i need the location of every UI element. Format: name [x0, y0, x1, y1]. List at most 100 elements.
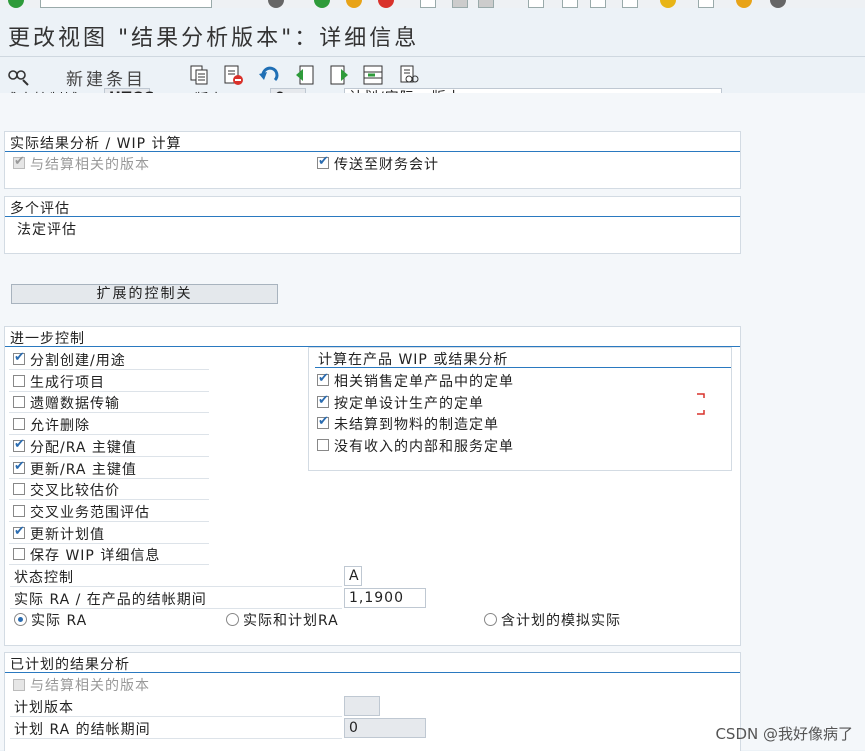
new-entries-button[interactable]: 新建条目 — [66, 65, 146, 90]
plan-period-field: 0 — [344, 718, 426, 738]
wip-calc-label: 按定单设计生产的定单 — [334, 395, 484, 412]
wip-calc-checkbox[interactable] — [317, 393, 329, 408]
actual-ra-title: 实际结果分析 / WIP 计算 — [10, 136, 182, 152]
header-overlay — [0, 93, 865, 109]
further-control-checkbox[interactable] — [13, 396, 25, 409]
wip-calc-checkbox[interactable] — [317, 371, 329, 386]
further-control-label: 分割创建/用途 — [30, 353, 126, 369]
further-control-checkbox[interactable] — [13, 459, 25, 474]
further-control-label: 允许删除 — [30, 418, 90, 435]
exit-icon[interactable] — [346, 0, 362, 8]
further-control-label: 分配/RA 主键值 — [30, 439, 137, 456]
actual-ra-radio-label: 实际 RA — [31, 613, 88, 629]
section-divider — [315, 367, 731, 368]
row-divider — [9, 455, 209, 457]
wip-calc-checkbox[interactable] — [317, 414, 329, 430]
status-control-label: 状态控制 — [14, 570, 74, 586]
plan-version-field — [344, 696, 380, 716]
selection-bracket-icon — [697, 393, 705, 415]
row-divider — [9, 520, 209, 522]
further-control-checkbox[interactable] — [13, 350, 25, 365]
transfer-fi-checkbox[interactable] — [317, 154, 329, 169]
system-toolbar — [0, 0, 865, 8]
help-icon[interactable] — [736, 0, 752, 8]
further-control-label: 交叉比较估价 — [30, 483, 120, 500]
planned-relevant-version-checkbox[interactable] — [13, 679, 25, 691]
watermark: CSDN @我好像病了 — [715, 725, 853, 743]
further-control-checkbox[interactable] — [13, 524, 25, 539]
prev-page-icon[interactable] — [562, 0, 578, 8]
actual-ra-radio[interactable] — [14, 613, 27, 626]
print-icon[interactable] — [420, 0, 436, 8]
shortcut-icon[interactable] — [698, 0, 714, 8]
further-control-label: 更新/RA 主键值 — [30, 461, 137, 478]
enter-icon[interactable] — [8, 0, 24, 8]
row-divider — [9, 477, 209, 479]
previous-entry-icon[interactable] — [294, 64, 316, 86]
further-control-title: 进一步控制 — [10, 331, 85, 347]
extended-control-button[interactable]: 扩展的控制关 — [11, 284, 278, 304]
further-control-label: 交叉业务范围评估 — [30, 504, 150, 521]
first-page-icon[interactable] — [528, 0, 544, 8]
find-icon[interactable] — [452, 0, 468, 8]
actual-plan-ra-radio-label: 实际和计划RA — [243, 613, 339, 629]
further-control-label: 保存 WIP 详细信息 — [30, 548, 161, 565]
further-control-checkbox[interactable] — [13, 504, 25, 517]
row-divider — [9, 369, 209, 370]
select-block-icon[interactable] — [362, 64, 384, 86]
relevant-version-checkbox[interactable] — [13, 154, 25, 169]
back-icon[interactable] — [314, 0, 330, 8]
next-entry-icon[interactable] — [328, 64, 350, 86]
further-control-label: 生成行项目 — [30, 374, 105, 391]
row-divider — [10, 608, 342, 609]
last-page-icon[interactable] — [622, 0, 638, 8]
print-preview-icon[interactable] — [398, 64, 420, 86]
undo-icon[interactable] — [258, 64, 280, 86]
row-divider — [10, 586, 342, 587]
simulated-actual-radio-label: 含计划的模拟实际 — [501, 613, 621, 629]
multiple-valuation-title: 多个评估 — [10, 201, 70, 217]
further-control-checkbox[interactable] — [13, 437, 25, 452]
wip-calc-title: 计算在产品 WIP 或结果分析 — [318, 352, 509, 368]
transfer-fi-label: 传送至财务会计 — [334, 157, 439, 173]
copy-icon[interactable] — [188, 64, 210, 86]
next-page-icon[interactable] — [590, 0, 606, 8]
further-control-checkbox[interactable] — [13, 418, 25, 431]
delete-icon[interactable] — [222, 64, 244, 86]
wip-calc-label: 未结算到物料的制造定单 — [334, 417, 499, 434]
section-divider — [5, 672, 740, 673]
period-field[interactable]: 1,1900 — [344, 588, 426, 608]
page-title: 更改视图 "结果分析版本"：详细信息 — [8, 26, 420, 51]
multiple-valuation-panel: 多个评估 — [4, 196, 741, 254]
further-control-checkbox[interactable] — [13, 483, 25, 496]
further-control-checkbox[interactable] — [13, 548, 25, 561]
display-change-icon[interactable] — [7, 64, 29, 86]
wip-calc-label: 相关销售定单产品中的定单 — [334, 374, 514, 390]
actual-plan-ra-radio[interactable] — [226, 613, 239, 626]
command-field[interactable] — [40, 0, 212, 8]
plan-version-label: 计划版本 — [14, 700, 74, 716]
simulated-actual-radio[interactable] — [484, 613, 497, 626]
plan-period-label: 计划 RA 的结帐期间 — [14, 722, 151, 738]
save-icon[interactable] — [268, 0, 284, 8]
planned-ra-title: 已计划的结果分析 — [10, 657, 130, 673]
period-label: 实际 RA / 在产品的结帐期间 — [14, 592, 207, 608]
further-control-label: 遗赠数据传输 — [30, 396, 120, 413]
wip-calc-label: 没有收入的内部和服务定单 — [334, 439, 514, 456]
row-divider — [9, 499, 209, 501]
planned-relevant-version-label: 与结算相关的版本 — [30, 678, 150, 694]
find-next-icon[interactable] — [478, 0, 494, 8]
wip-calc-checkbox[interactable] — [317, 439, 329, 452]
section-divider — [5, 216, 740, 217]
row-divider — [10, 738, 342, 739]
section-divider — [5, 151, 740, 152]
cancel-icon[interactable] — [378, 0, 394, 8]
row-divider — [9, 564, 209, 566]
further-control-checkbox[interactable] — [13, 374, 25, 387]
row-divider — [9, 412, 209, 414]
new-session-icon[interactable] — [660, 0, 676, 8]
settings-icon[interactable] — [770, 0, 786, 8]
row-divider — [10, 716, 342, 717]
status-control-field[interactable]: A — [344, 566, 362, 586]
row-divider — [9, 390, 209, 392]
